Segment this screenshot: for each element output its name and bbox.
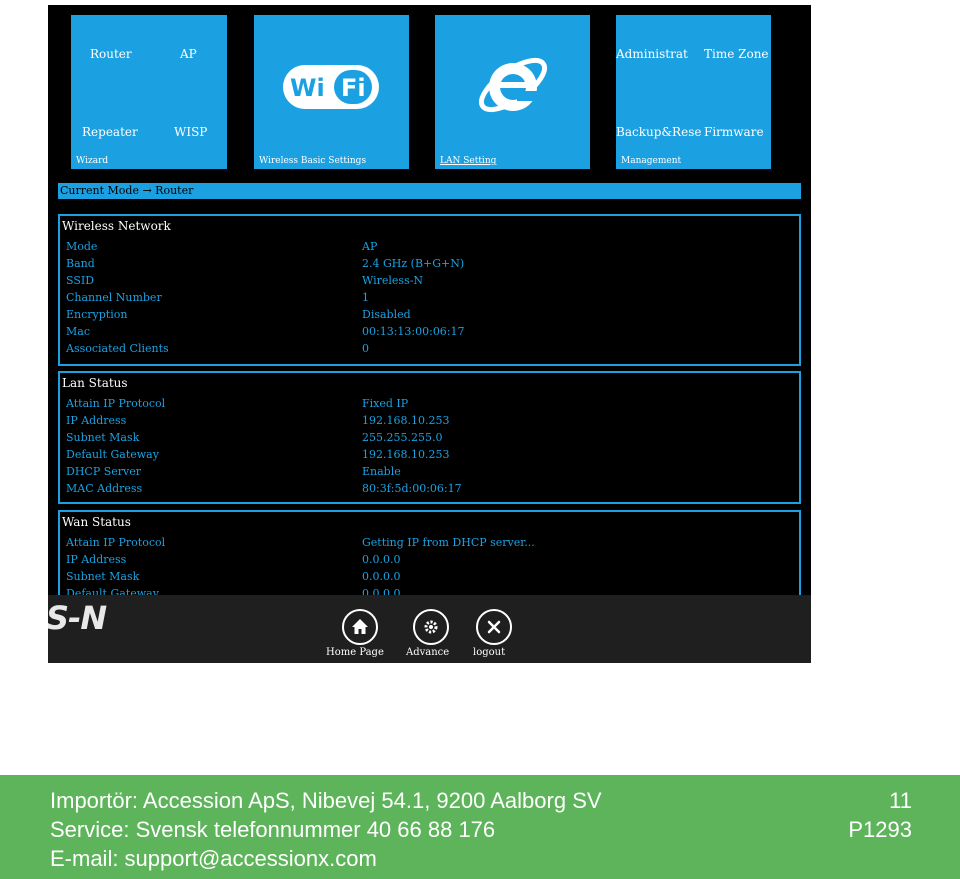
product-code: P1293 <box>848 817 912 842</box>
row-label: SSID <box>66 274 95 287</box>
logout-label[interactable]: logout <box>473 647 505 658</box>
row-label: IP Address <box>66 553 127 566</box>
row-value: 0 <box>362 342 369 355</box>
home-page-button[interactable] <box>342 609 378 645</box>
row-value: Fixed IP <box>362 397 409 410</box>
row-label: Attain IP Protocol <box>66 536 166 549</box>
row-label: Encryption <box>66 308 128 321</box>
row-label: Subnet Mask <box>66 570 140 583</box>
row-label: MAC Address <box>66 482 143 495</box>
gear-icon <box>424 620 438 634</box>
email-line: E-mail: support@accessionx.com <box>50 846 377 871</box>
row-value: 1 <box>362 291 369 304</box>
router-admin-screen: Router AP Repeater WISP Wizard Wi Fi Wir… <box>48 5 811 663</box>
row-label: Default Gateway <box>66 448 159 461</box>
status-row: Mac 00:13:13:00:06:17 <box>66 325 786 342</box>
wireless-network-title: Wireless Network <box>62 219 171 233</box>
row-value: 0.0.0.0 <box>362 553 401 566</box>
row-label: Channel Number <box>66 291 162 304</box>
status-row: Subnet Mask 0.0.0.0 <box>66 570 786 587</box>
page-number: 11 <box>889 788 912 813</box>
management-firmware-option[interactable]: Firmware <box>704 125 764 139</box>
status-row: IP Address 0.0.0.0 <box>66 553 786 570</box>
management-tile[interactable]: Administrat Time Zone Backup&Rese Firmwa… <box>616 15 771 169</box>
row-value: 2.4 GHz (B+G+N) <box>362 257 465 270</box>
lan-status-panel: Lan Status Attain IP Protocol Fixed IP IP… <box>58 371 801 504</box>
row-value: Wireless-N <box>362 274 424 287</box>
row-label: Band <box>66 257 95 270</box>
management-backup-option[interactable]: Backup&Rese <box>616 125 701 139</box>
row-label: Attain IP Protocol <box>66 397 166 410</box>
brand-logo: S-N <box>48 599 107 637</box>
status-row: Channel Number 1 <box>66 291 786 308</box>
status-row: Mode AP <box>66 240 786 257</box>
status-row: MAC Address 80:3f:5d:00:06:17 <box>66 482 786 499</box>
wizard-tile[interactable]: Router AP Repeater WISP Wizard <box>71 15 227 169</box>
home-icon <box>352 619 368 634</box>
lan-setting-tile[interactable]: LAN Setting <box>435 15 590 169</box>
svg-text:Wi: Wi <box>290 74 325 102</box>
svg-text:Fi: Fi <box>341 74 366 102</box>
current-mode-bar: Current Mode → Router <box>58 183 801 199</box>
status-row: Band 2.4 GHz (B+G+N) <box>66 257 786 274</box>
status-row: Encryption Disabled <box>66 308 786 325</box>
advance-button[interactable] <box>413 609 449 645</box>
wizard-ap-option[interactable]: AP <box>180 47 197 61</box>
wizard-caption: Wizard <box>76 156 109 166</box>
wifi-logo-icon: Wi Fi <box>283 65 379 109</box>
management-timezone-option[interactable]: Time Zone <box>704 47 769 61</box>
wireless-basic-settings-tile[interactable]: Wi Fi Wireless Basic Settings <box>254 15 409 169</box>
status-row: Subnet Mask 255.255.255.0 <box>66 431 786 448</box>
lan-status-title: Lan Status <box>62 376 128 390</box>
home-page-label[interactable]: Home Page <box>326 647 384 658</box>
service-line: Service: Svensk telefonnummer 40 66 88 1… <box>50 817 496 842</box>
row-value: Getting IP from DHCP server... <box>362 536 535 549</box>
logout-button[interactable] <box>476 609 512 645</box>
row-value: Enable <box>362 465 401 478</box>
row-label: Mac <box>66 325 90 338</box>
wireless-network-panel: Wireless Network Mode AP Band 2.4 GHz (B+G… <box>58 214 801 366</box>
status-row: Attain IP Protocol Fixed IP <box>66 397 786 414</box>
document-footer: Importör: Accession ApS, Nibevej 54.1, 9… <box>0 775 960 879</box>
lan-caption[interactable]: LAN Setting <box>440 156 496 166</box>
wizard-wisp-option[interactable]: WISP <box>174 125 207 139</box>
row-value: AP <box>362 240 378 253</box>
wizard-repeater-option[interactable]: Repeater <box>82 125 138 139</box>
row-label: IP Address <box>66 414 127 427</box>
internet-explorer-icon <box>478 57 548 113</box>
wizard-router-option[interactable]: Router <box>90 47 132 61</box>
row-label: Associated Clients <box>66 342 169 355</box>
close-icon <box>487 620 501 634</box>
status-row: Default Gateway 192.168.10.253 <box>66 448 786 465</box>
status-row: SSID Wireless-N <box>66 274 786 291</box>
row-value: 0.0.0.0 <box>362 570 401 583</box>
row-label: Mode <box>66 240 98 253</box>
wireless-caption: Wireless Basic Settings <box>259 156 367 166</box>
status-row: DHCP Server Enable <box>66 465 786 482</box>
management-caption: Management <box>621 156 682 166</box>
row-value: 80:3f:5d:00:06:17 <box>362 482 462 495</box>
row-value: 192.168.10.253 <box>362 414 450 427</box>
advance-label[interactable]: Advance <box>406 647 449 658</box>
row-value: Disabled <box>362 308 411 321</box>
bottom-nav-bar: S-N Home Page Advance logout <box>48 595 811 663</box>
row-value: 00:13:13:00:06:17 <box>362 325 465 338</box>
wan-status-title: Wan Status <box>62 515 131 529</box>
row-label: DHCP Server <box>66 465 142 478</box>
status-row: Associated Clients 0 <box>66 342 786 359</box>
management-administrator-option[interactable]: Administrat <box>616 47 688 61</box>
importer-line: Importör: Accession ApS, Nibevej 54.1, 9… <box>50 788 602 813</box>
row-value: 255.255.255.0 <box>362 431 443 444</box>
status-row: IP Address 192.168.10.253 <box>66 414 786 431</box>
row-label: Subnet Mask <box>66 431 140 444</box>
row-value: 192.168.10.253 <box>362 448 450 461</box>
status-row: Attain IP Protocol Getting IP from DHCP s… <box>66 536 786 553</box>
